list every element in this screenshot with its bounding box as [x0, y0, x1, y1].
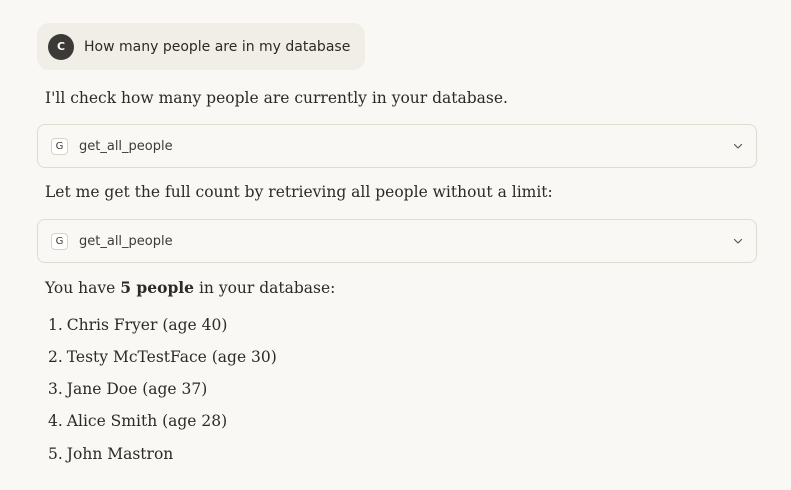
list-item-number: 1. — [48, 316, 63, 334]
summary-prefix: You have — [45, 279, 121, 297]
tool-call-get-all-people-1[interactable]: G get_all_people — [37, 124, 757, 168]
user-message-text: How many people are in my database — [84, 38, 351, 55]
chevron-down-icon[interactable] — [732, 235, 744, 247]
list-item-text: Alice Smith (age 28) — [66, 412, 228, 430]
list-item: 4. Alice Smith (age 28) — [48, 411, 227, 431]
list-item-number: 4. — [48, 412, 63, 430]
tool-call-name: get_all_people — [79, 233, 173, 249]
list-item-number: 2. — [48, 348, 63, 366]
summary-count: 5 people — [120, 278, 195, 297]
assistant-summary: You have 5 people in your database: — [45, 278, 335, 298]
user-avatar[interactable]: C — [48, 33, 74, 60]
assistant-intro-text: I'll check how many people are currently… — [45, 89, 508, 107]
list-item: 1. Chris Fryer (age 40) — [48, 315, 227, 335]
tool-badge-icon: G — [51, 137, 68, 155]
tool-call-name: get_all_people — [79, 138, 173, 154]
tool-call-get-all-people-2[interactable]: G get_all_people — [37, 219, 757, 263]
summary-suffix: in your database: — [194, 279, 336, 297]
chevron-down-icon[interactable] — [732, 140, 744, 152]
list-item-number: 5. — [48, 445, 63, 463]
list-item-number: 3. — [48, 380, 63, 398]
list-item: 5. John Mastron — [48, 444, 173, 464]
assistant-followup-text: Let me get the full count by retrieving … — [45, 183, 553, 201]
list-item-text: John Mastron — [66, 445, 174, 463]
list-item-text: Testy McTestFace (age 30) — [66, 348, 277, 366]
list-item: 3. Jane Doe (age 37) — [48, 379, 207, 399]
list-item-text: Jane Doe (age 37) — [66, 380, 208, 398]
user-message-bubble: C How many people are in my database — [37, 23, 365, 70]
tool-badge-icon: G — [51, 232, 68, 250]
list-item-text: Chris Fryer (age 40) — [66, 316, 228, 334]
list-item: 2. Testy McTestFace (age 30) — [48, 347, 277, 367]
